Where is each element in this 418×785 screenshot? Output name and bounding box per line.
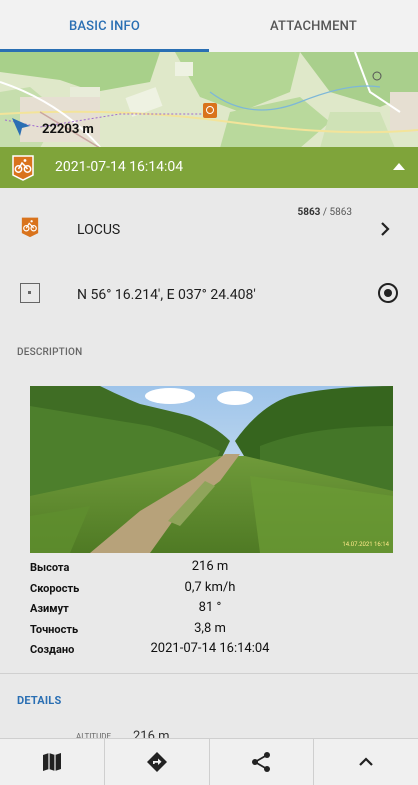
expand-button[interactable] [314, 739, 418, 785]
info-key: Азимут [30, 602, 69, 615]
info-value: 216 m [191, 559, 229, 574]
info-value: 3,8 m [194, 620, 226, 636]
info-row-created: Создано 2021-07-14 16:14:04 [30, 639, 393, 660]
description-info-table: Высота 216 m Скорость 0,7 km/h Азимут 81… [30, 557, 393, 660]
info-key: Создано [30, 643, 75, 656]
info-value: 81 ° [198, 600, 222, 615]
photo-timestamp: 14.07.2021 16:14 [342, 541, 389, 548]
divider [0, 673, 418, 674]
info-value: 0,7 km/h [184, 579, 236, 595]
map-icon [42, 753, 61, 771]
coordinates-row[interactable]: N 56° 16.214', E 037° 24.408' [0, 272, 418, 317]
info-key: Скорость [30, 581, 80, 595]
distance-label: 22203 m [42, 122, 94, 137]
collapse-icon[interactable] [393, 163, 405, 170]
bottom-toolbar [0, 738, 418, 785]
point-counter: 5863 / 5863 [297, 207, 352, 218]
info-value: 2021-07-14 16:14:04 [150, 641, 270, 656]
info-row-azimuth: Азимут 81 ° [30, 598, 393, 619]
info-key: Точность [30, 622, 79, 636]
details-label: DETAILS [17, 694, 62, 707]
bicycle-poi-icon [12, 155, 34, 181]
map-button[interactable] [0, 739, 105, 785]
count-current: 5863 [297, 207, 321, 218]
navigate-button[interactable] [105, 739, 210, 785]
navigate-icon [146, 752, 167, 772]
tab-basic-info[interactable]: BASIC INFO [0, 0, 209, 52]
share-icon [252, 752, 271, 772]
bicycle-poi-icon [21, 217, 39, 238]
description-label: DESCRIPTION [17, 347, 83, 358]
point-header-bar[interactable]: 2021-07-14 16:14:04 [0, 147, 418, 188]
info-key: Высота [30, 561, 70, 574]
description-photo[interactable]: 14.07.2021 16:14 [30, 386, 393, 553]
tab-bar: BASIC INFO ATTACHMENT [0, 0, 418, 52]
chevron-right-icon[interactable] [380, 222, 390, 236]
header-datetime: 2021-07-14 16:14:04 [55, 159, 184, 175]
point-name-row[interactable]: LOCUS 5863 / 5863 [0, 205, 418, 255]
info-row-altitude: Высота 216 m [30, 557, 393, 578]
info-row-speed: Скорость 0,7 km/h [30, 578, 393, 599]
target-icon[interactable] [377, 282, 399, 304]
map-preview[interactable]: 22203 m [0, 52, 418, 148]
coordinates-icon [20, 283, 40, 303]
count-total: / 5863 [322, 207, 352, 218]
tab-attachment[interactable]: ATTACHMENT [209, 0, 418, 52]
coordinates-text: N 56° 16.214', E 037° 24.408' [77, 287, 256, 303]
info-row-accuracy: Точность 3,8 m [30, 619, 393, 640]
photo-image [30, 386, 393, 553]
share-button[interactable] [210, 739, 315, 785]
point-name: LOCUS [77, 222, 121, 238]
chevron-up-icon [359, 757, 373, 766]
